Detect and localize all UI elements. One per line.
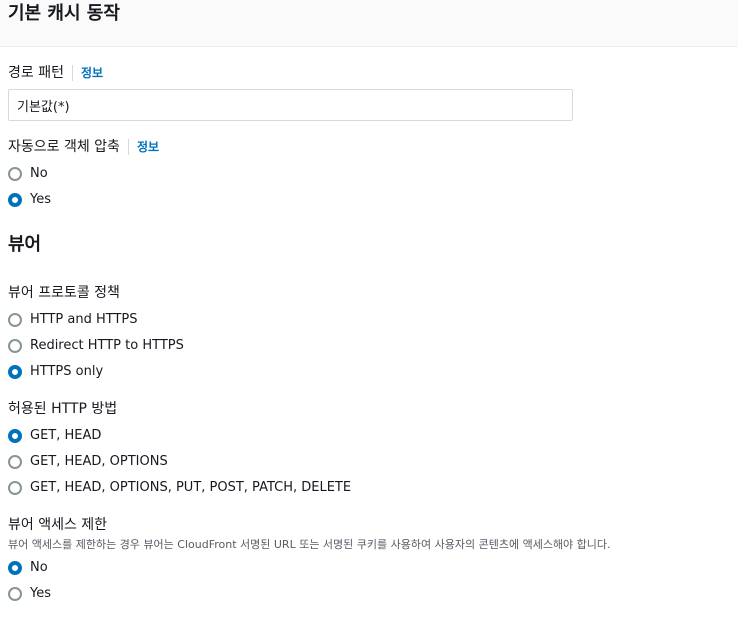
path-pattern-label: 경로 패턴 정보 — [8, 64, 103, 82]
radio-label: GET, HEAD, OPTIONS — [30, 454, 168, 469]
default-cache-title: 기본 캐시 동작 — [8, 3, 120, 24]
protocol-policy-label: 뷰어 프로토콜 정책 — [8, 284, 120, 302]
radio-label: No — [30, 560, 48, 575]
radio-button[interactable] — [8, 455, 22, 469]
radio-label: GET, HEAD, OPTIONS, PUT, POST, PATCH, DE… — [30, 480, 352, 495]
protocol-policy-label-text: 뷰어 프로토콜 정책 — [8, 285, 120, 301]
protocol-option-http-https[interactable]: HTTP and HTTPS — [8, 310, 138, 330]
radio-button[interactable] — [8, 193, 22, 207]
path-pattern-label-text: 경로 패턴 — [8, 65, 64, 81]
radio-button[interactable] — [8, 313, 22, 327]
radio-label: Yes — [30, 192, 51, 207]
methods-option-all[interactable]: GET, HEAD, OPTIONS, PUT, POST, PATCH, DE… — [8, 478, 351, 498]
compress-option-no[interactable]: No — [8, 164, 48, 184]
radio-button[interactable] — [8, 481, 22, 495]
restrict-option-no[interactable]: No — [8, 558, 48, 578]
path-pattern-input[interactable] — [8, 89, 573, 121]
radio-label: HTTPS only — [30, 364, 104, 379]
radio-button[interactable] — [8, 561, 22, 575]
radio-button[interactable] — [8, 365, 22, 379]
viewer-title: 뷰어 — [8, 234, 42, 255]
radio-button[interactable] — [8, 587, 22, 601]
compress-info-link[interactable]: 정보 — [127, 139, 159, 155]
radio-button[interactable] — [8, 339, 22, 353]
allowed-methods-label-text: 허용된 HTTP 방법 — [8, 401, 118, 417]
methods-option-get-head-options[interactable]: GET, HEAD, OPTIONS — [8, 452, 168, 472]
radio-label: Yes — [30, 586, 51, 601]
radio-button[interactable] — [8, 429, 22, 443]
radio-label: GET, HEAD — [30, 428, 102, 443]
path-pattern-info-link[interactable]: 정보 — [71, 65, 103, 81]
protocol-option-redirect[interactable]: Redirect HTTP to HTTPS — [8, 336, 184, 356]
compress-label-text: 자동으로 객체 압축 — [8, 139, 120, 155]
methods-option-get-head[interactable]: GET, HEAD — [8, 426, 101, 446]
radio-label: Redirect HTTP to HTTPS — [30, 338, 184, 353]
protocol-option-https-only[interactable]: HTTPS only — [8, 362, 103, 382]
compress-option-yes[interactable]: Yes — [8, 190, 51, 210]
restrict-option-yes[interactable]: Yes — [8, 584, 51, 604]
radio-label: HTTP and HTTPS — [30, 312, 138, 327]
radio-label: No — [30, 166, 48, 181]
compress-label: 자동으로 객체 압축 정보 — [8, 138, 159, 156]
allowed-methods-label: 허용된 HTTP 방법 — [8, 400, 117, 418]
restrict-access-label-text: 뷰어 액세스 제한 — [8, 517, 108, 533]
restrict-access-label: 뷰어 액세스 제한 — [8, 516, 107, 534]
restrict-access-description: 뷰어 액세스를 제한하는 경우 뷰어는 CloudFront 서명된 URL 또… — [8, 538, 611, 551]
radio-button[interactable] — [8, 167, 22, 181]
